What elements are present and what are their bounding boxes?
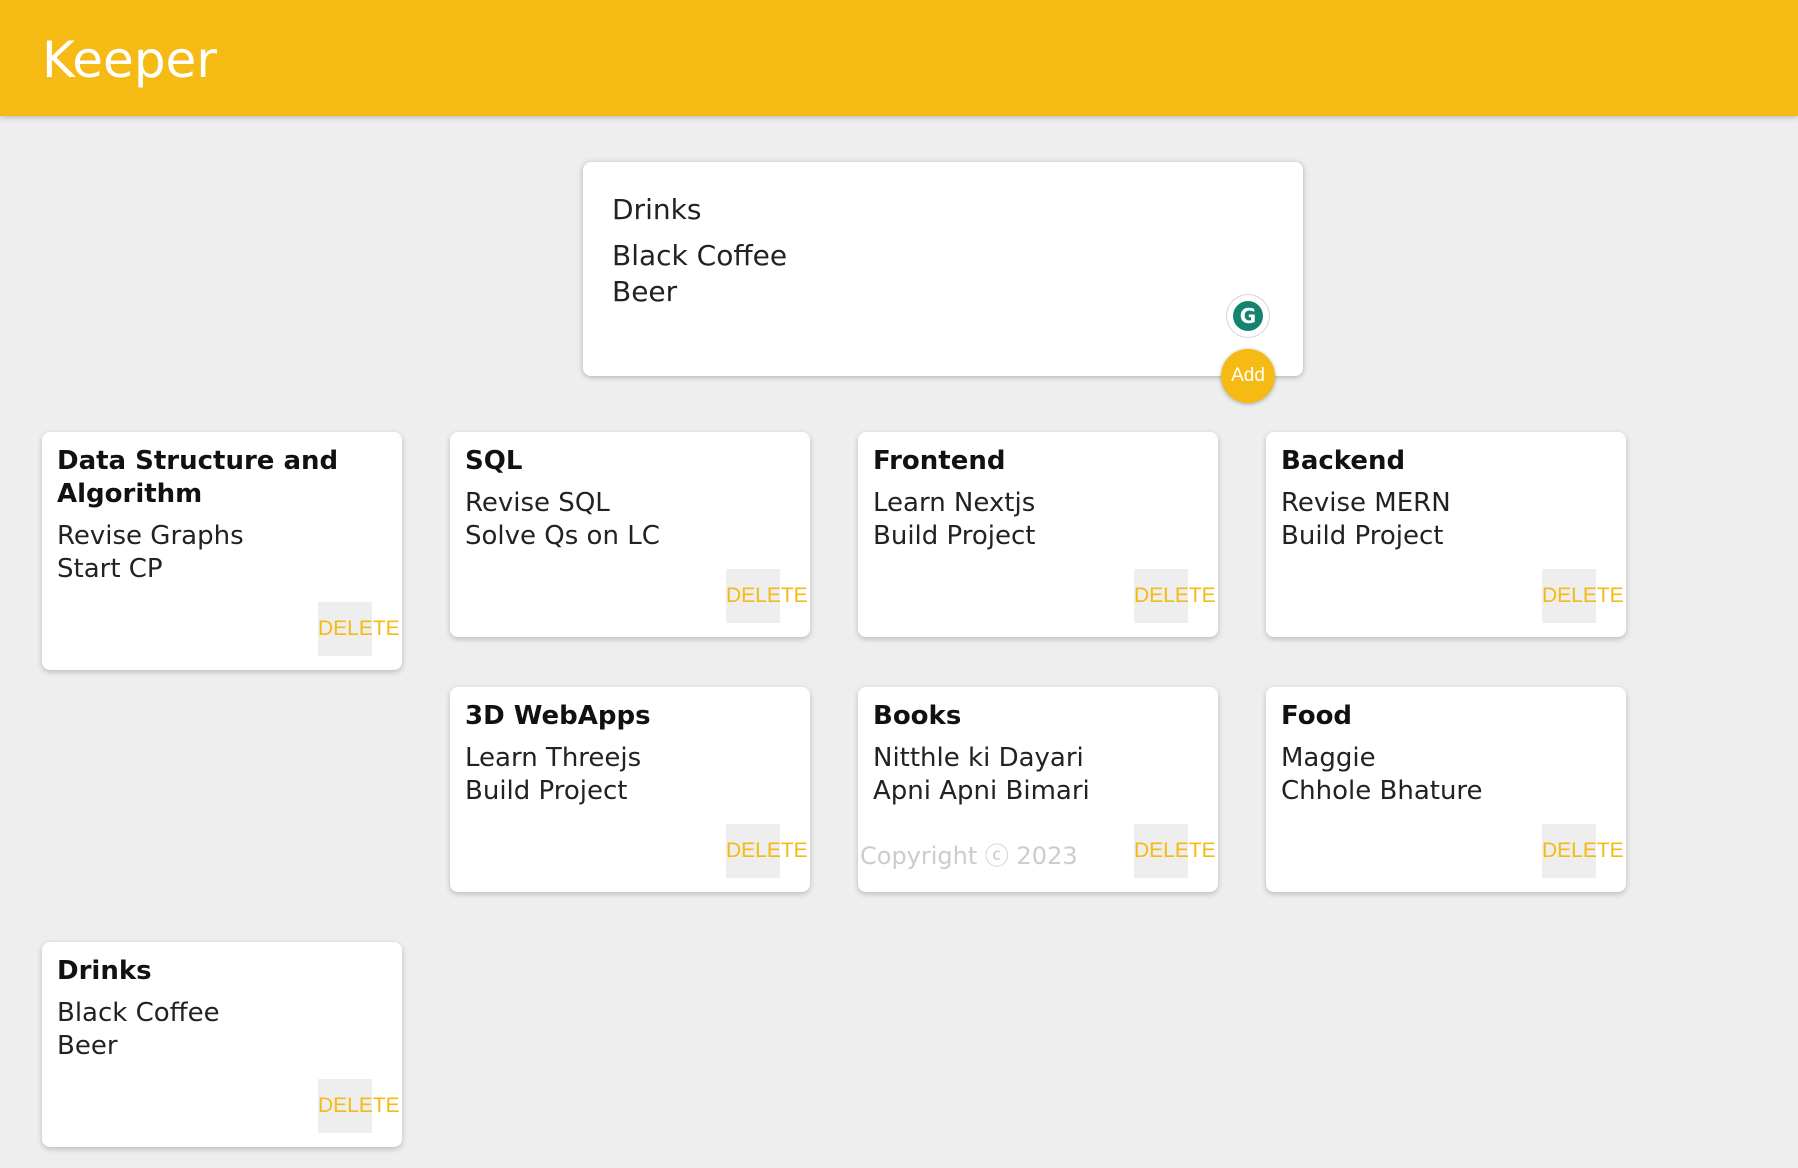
note-card: Backend Revise MERN Build Project DELETE xyxy=(1266,432,1626,637)
delete-note-button[interactable]: DELETE xyxy=(1134,824,1216,878)
delete-note-button[interactable]: DELETE xyxy=(1542,824,1624,878)
delete-note-button[interactable]: DELETE xyxy=(318,1079,400,1133)
grammarly-icon[interactable]: G xyxy=(1227,295,1269,337)
note-content: Black Coffee Beer xyxy=(57,998,220,1061)
app-header: Keeper xyxy=(0,0,1798,116)
note-content: Maggie Chhole Bhature xyxy=(1281,743,1483,806)
note-title-input[interactable] xyxy=(612,192,1212,228)
create-note-form: Black Coffee Beer G Add xyxy=(583,162,1303,403)
copyright-text: Copyright ⓒ 2023 xyxy=(860,842,1078,870)
note-title: Books xyxy=(873,701,962,731)
note-title: Backend xyxy=(1281,446,1406,476)
note-content: Revise MERN Build Project xyxy=(1281,488,1451,551)
note-title: Drinks xyxy=(57,956,152,986)
note-card: Food Maggie Chhole Bhature DELETE xyxy=(1266,687,1626,892)
note-card: Drinks Black Coffee Beer DELETE xyxy=(42,942,402,1147)
add-note-button[interactable]: Add xyxy=(1221,349,1275,403)
app-logo: Keeper xyxy=(42,31,217,89)
note-content: Learn Threejs Build Project xyxy=(465,743,642,806)
note-content-input[interactable]: Black Coffee Beer xyxy=(612,238,1212,328)
delete-note-button[interactable]: DELETE xyxy=(726,569,808,623)
note-content: Revise Graphs Start CP xyxy=(57,521,244,584)
note-title: Data Structure and Algorithm xyxy=(57,446,339,509)
note-card: Data Structure and Algorithm Revise Grap… xyxy=(42,432,402,670)
delete-note-button[interactable]: DELETE xyxy=(1542,569,1624,623)
note-content: Learn Nextjs Build Project xyxy=(873,488,1036,551)
note-content: Nitthle ki Dayari Apni Apni Bimari xyxy=(873,743,1090,806)
note-title: Food xyxy=(1281,701,1353,731)
note-title: 3D WebApps xyxy=(465,701,651,731)
delete-note-button[interactable]: DELETE xyxy=(1134,569,1216,623)
note-title: SQL xyxy=(465,446,523,476)
footer: Copyright ⓒ 2023 xyxy=(860,838,1078,874)
delete-note-button[interactable]: DELETE xyxy=(726,824,808,878)
delete-note-button[interactable]: DELETE xyxy=(318,602,400,656)
note-card: SQL Revise SQL Solve Qs on LC DELETE xyxy=(450,432,810,637)
note-card: 3D WebApps Learn Threejs Build Project D… xyxy=(450,687,810,892)
note-card: Frontend Learn Nextjs Build Project DELE… xyxy=(858,432,1218,637)
note-content: Revise SQL Solve Qs on LC xyxy=(465,488,660,551)
note-title: Frontend xyxy=(873,446,1006,476)
grammarly-g-icon: G xyxy=(1233,301,1263,331)
